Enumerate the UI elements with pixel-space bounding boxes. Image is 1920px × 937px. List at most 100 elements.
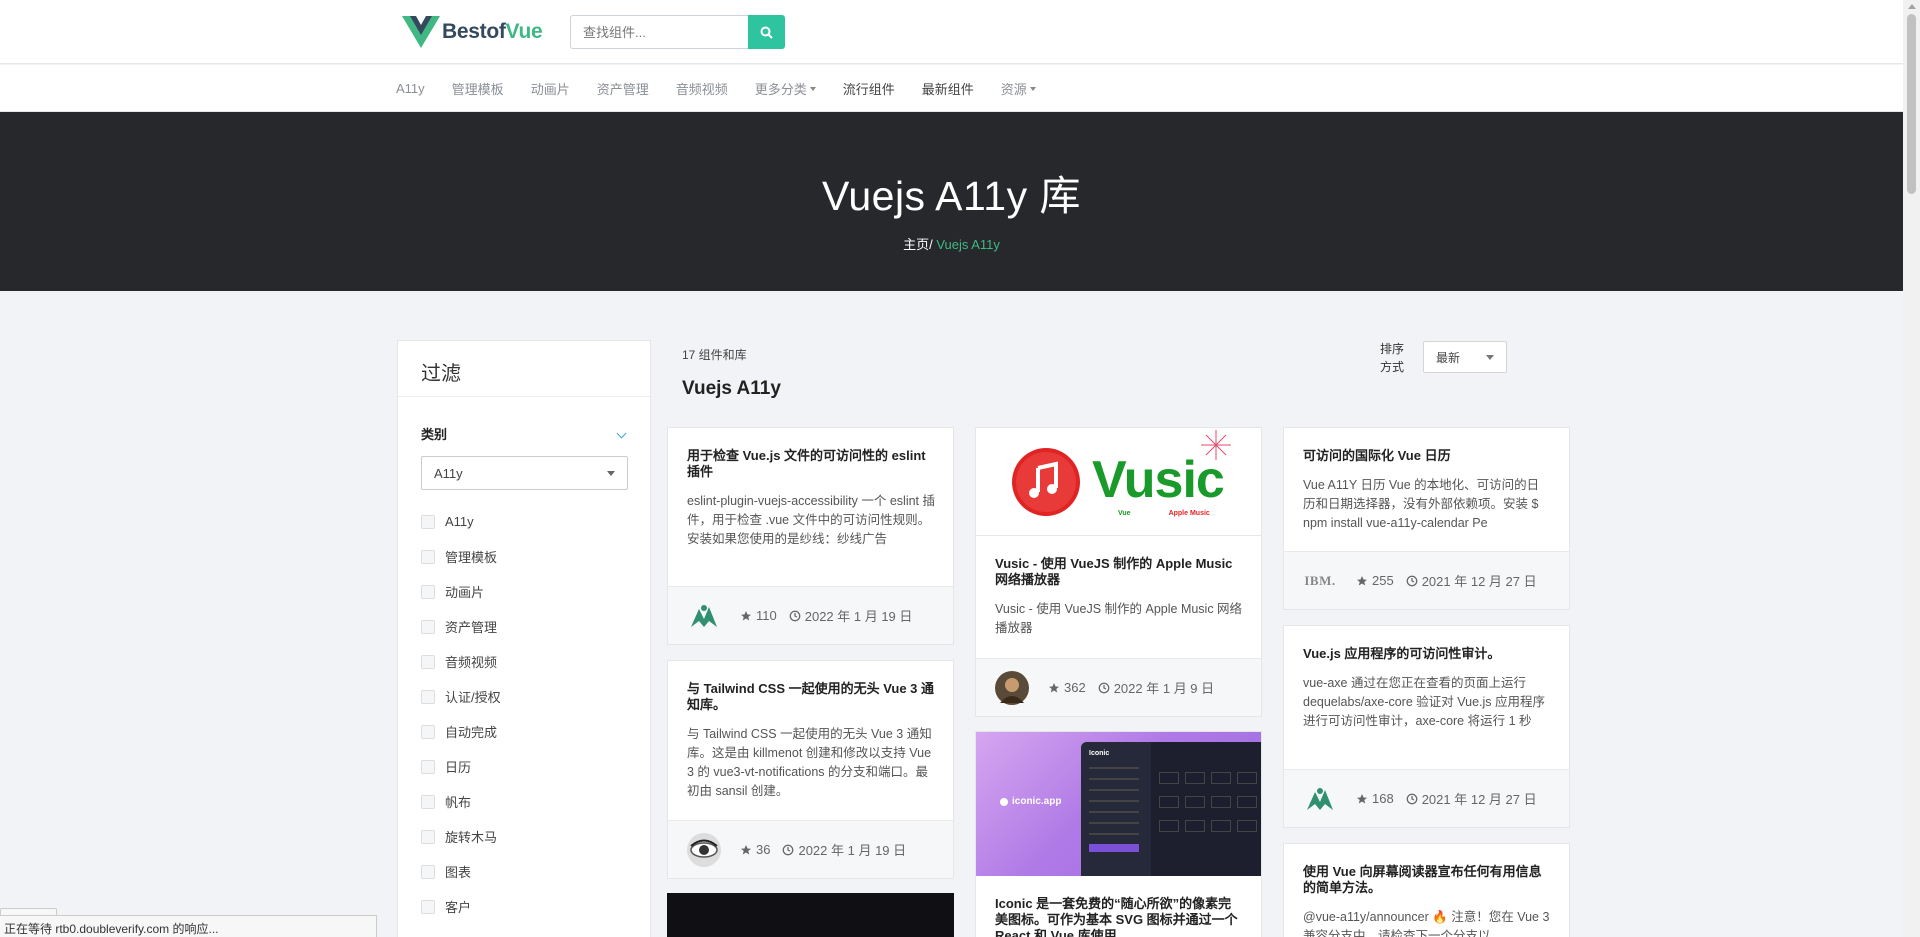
category-option-label: 自动完成 [445, 725, 498, 740]
category-checkbox[interactable] [421, 549, 435, 564]
search-button[interactable] [748, 15, 785, 49]
card-title[interactable]: 可访问的国际化 Vue 日历 [1303, 448, 1551, 464]
card-title[interactable]: Vue.js 应用程序的可访问性审计。 [1303, 646, 1551, 662]
nav-item-label: 更多分类 [754, 82, 807, 97]
card-description: Vusic - 使用 VueJS 制作的 Apple Music 网络播放器 [995, 602, 1243, 635]
scroll-up-icon[interactable] [1908, 4, 1916, 9]
category-checkbox[interactable] [421, 654, 435, 669]
category-option[interactable]: 图表 [421, 854, 650, 889]
clock-icon [783, 844, 794, 855]
component-card[interactable] [667, 893, 954, 937]
iconic-app-label: iconic.app [1000, 796, 1061, 807]
sort-select[interactable]: 最新 [1423, 341, 1507, 373]
category-option[interactable]: 帆布 [421, 784, 650, 819]
category-checkbox[interactable] [421, 899, 435, 914]
component-card[interactable]: 与 Tailwind CSS 一起使用的无头 Vue 3 通知库。 与 Tail… [667, 660, 954, 879]
category-option[interactable]: 客户 [421, 889, 650, 924]
breadcrumb: 主页/ Vuejs A11y [0, 234, 1903, 253]
card-footer: 110 2022 年 1 月 19 日 [668, 586, 953, 644]
card-description: Vue A11Y 日历 Vue 的本地化、可访问的日历和日期选择器，没有外部依赖… [1303, 478, 1540, 530]
filter-title: 过滤 [398, 341, 650, 397]
nav-item-label: 音频视频 [675, 82, 728, 97]
card-title[interactable]: 使用 Vue 向屏幕阅读器宣布任何有用信息的简单方法。 [1303, 864, 1551, 896]
card-title[interactable]: Iconic 是一套免费的“随心所欲”的像素完美图标。可作为基本 SVG 图标并… [995, 896, 1243, 937]
category-list: A11y 管理模板 动画片 资产管理音频视频认证/授权自动完成日历 帆布旋转木马图表 客户 [421, 504, 650, 924]
category-select-value: A11y [434, 465, 463, 481]
card-image[interactable]: Vusic Vue Apple Music [976, 428, 1261, 536]
component-card[interactable]: iconic.app Iconic Iconic 是一套免费的“随心所欲”的像素… [975, 731, 1262, 937]
category-option[interactable]: A11y [421, 504, 650, 539]
author-avatar[interactable] [1302, 782, 1338, 816]
category-option[interactable]: 日历 [421, 749, 650, 784]
category-option-label: 旋转木马 [445, 830, 498, 845]
category-checkbox[interactable] [421, 864, 435, 879]
updated-date: 2021 年 12 月 27 日 [1406, 789, 1537, 808]
author-avatar[interactable]: IBM. [1302, 564, 1338, 598]
author-avatar[interactable] [686, 832, 722, 867]
component-card[interactable]: 用于检查 Vue.js 文件的可访问性的 eslint 插件 eslint-pl… [667, 427, 954, 645]
nav-item[interactable]: 最新组件 [922, 79, 974, 98]
vue-logo-icon [402, 16, 440, 48]
component-card[interactable]: Vusic Vue Apple Music Vusic - 使用 VueJS 制作… [975, 427, 1262, 717]
category-checkbox[interactable] [421, 794, 435, 809]
category-option[interactable]: 自动完成 [421, 714, 650, 749]
card-title[interactable]: 与 Tailwind CSS 一起使用的无头 Vue 3 通知库。 [687, 681, 935, 713]
breadcrumb-current: Vuejs A11y [932, 237, 1000, 252]
nav-item[interactable]: 音频视频 [676, 79, 728, 98]
site-logo[interactable]: BestofVue [402, 13, 543, 51]
clock-icon [1098, 682, 1110, 693]
nav-item[interactable]: 更多分类 [755, 79, 816, 98]
filter-panel: 过滤 类别 A11y A11y 管理模板 动画片 资产管理 音频视频 认证/授权 自动完成日… [397, 340, 651, 937]
category-checkbox[interactable] [421, 689, 435, 704]
star-icon [1049, 682, 1059, 692]
category-option[interactable]: 旋转木马 [421, 819, 650, 854]
card-title[interactable]: 用于检查 Vue.js 文件的可访问性的 eslint 插件 [687, 448, 935, 480]
author-avatar[interactable] [994, 670, 1030, 705]
category-checkbox[interactable] [421, 514, 435, 529]
card-image[interactable]: iconic.app Iconic [976, 732, 1261, 876]
category-checkbox[interactable] [421, 759, 435, 774]
category-checkbox[interactable] [421, 829, 435, 844]
category-option[interactable]: 动画片 [421, 574, 650, 609]
category-option[interactable]: 管理模板 [421, 539, 650, 574]
vusic-logo-subtitle: Vue Apple Music [1118, 510, 1210, 517]
nav-item[interactable]: A11y [396, 81, 425, 96]
category-toggle[interactable]: 类别 [421, 424, 628, 443]
nav-item-label: 资源 [1000, 82, 1027, 97]
category-option-label: 音频视频 [445, 655, 498, 670]
breadcrumb-home[interactable]: 主页/ [903, 237, 933, 252]
component-card[interactable]: Vue.js 应用程序的可访问性审计。 vue-axe 通过在您正在查看的页面上… [1283, 625, 1570, 828]
component-card[interactable]: 可访问的国际化 Vue 日历 Vue A11Y 日历 Vue 的本地化、可访问的… [1283, 427, 1570, 610]
nav-item[interactable]: 资产管理 [597, 79, 649, 98]
category-option[interactable]: 资产管理 [421, 609, 650, 644]
nav-item-label: 动画片 [530, 82, 570, 97]
category-checkbox[interactable] [421, 584, 435, 599]
nav-item[interactable]: 管理模板 [452, 79, 504, 98]
component-card[interactable]: 使用 Vue 向屏幕阅读器宣布任何有用信息的简单方法。 @vue-a11y/an… [1283, 843, 1570, 937]
caret-down-icon [809, 86, 816, 91]
category-checkbox[interactable] [421, 724, 435, 739]
star-count: 168 [1356, 791, 1394, 806]
app-preview-sidebar: Iconic [1081, 742, 1151, 876]
category-checkbox[interactable] [421, 619, 435, 634]
star-icon [741, 844, 751, 854]
category-option[interactable]: 认证/授权 [421, 679, 650, 714]
top-header: BestofVue [0, 0, 1903, 64]
nav-item[interactable]: 资源 [1001, 79, 1036, 98]
nav-item-label: 资产管理 [596, 82, 649, 97]
card-title[interactable]: Vusic - 使用 VueJS 制作的 Apple Music 网络播放器 [995, 556, 1243, 588]
nav-item[interactable]: 流行组件 [843, 79, 895, 98]
author-avatar[interactable] [686, 599, 722, 633]
category-label: 类别 [421, 427, 448, 442]
scroll-thumb[interactable] [1907, 14, 1916, 194]
search-input[interactable] [570, 15, 748, 49]
vertical-scrollbar[interactable] [1903, 0, 1920, 937]
search-icon [760, 26, 773, 39]
nav-item[interactable]: 动画片 [531, 79, 570, 98]
sort-label: 排序 方式 [1380, 342, 1405, 374]
nav-item-label: 流行组件 [842, 82, 895, 97]
category-option[interactable]: 音频视频 [421, 644, 650, 679]
clock-icon [1406, 575, 1418, 586]
category-nav: A11y 管理模板 动画片 资产管理 音频视频 更多分类 流行组件 最新组件 资源 [0, 65, 1903, 112]
category-select[interactable]: A11y [421, 456, 628, 490]
